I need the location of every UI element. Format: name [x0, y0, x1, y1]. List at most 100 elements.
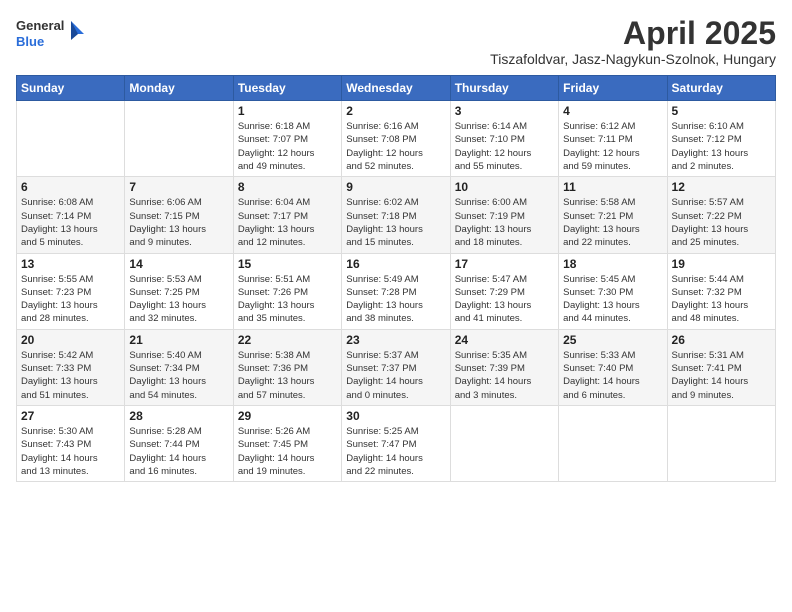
- day-number: 4: [563, 104, 662, 118]
- day-info: Sunrise: 6:08 AM Sunset: 7:14 PM Dayligh…: [21, 196, 120, 249]
- calendar-cell: 7 Sunrise: 6:06 AM Sunset: 7:15 PM Daylig…: [125, 177, 233, 253]
- calendar-cell: 19 Sunrise: 5:44 AM Sunset: 7:32 PM Dayli…: [667, 253, 775, 329]
- day-number: 14: [129, 257, 228, 271]
- day-number: 24: [455, 333, 554, 347]
- day-info: Sunrise: 6:10 AM Sunset: 7:12 PM Dayligh…: [672, 120, 771, 173]
- day-number: 6: [21, 180, 120, 194]
- calendar-week-5: 27 Sunrise: 5:30 AM Sunset: 7:43 PM Dayli…: [17, 405, 776, 481]
- day-info: Sunrise: 5:51 AM Sunset: 7:26 PM Dayligh…: [238, 273, 337, 326]
- day-info: Sunrise: 6:14 AM Sunset: 7:10 PM Dayligh…: [455, 120, 554, 173]
- title-area: April 2025 Tiszafoldvar, Jasz-Nagykun-Sz…: [490, 16, 776, 67]
- calendar-cell: [559, 405, 667, 481]
- calendar-cell: 10 Sunrise: 6:00 AM Sunset: 7:19 PM Dayli…: [450, 177, 558, 253]
- day-info: Sunrise: 5:45 AM Sunset: 7:30 PM Dayligh…: [563, 273, 662, 326]
- day-number: 28: [129, 409, 228, 423]
- logo-icon: GeneralBlue: [16, 16, 86, 52]
- location-title: Tiszafoldvar, Jasz-Nagykun-Szolnok, Hung…: [490, 51, 776, 67]
- day-number: 11: [563, 180, 662, 194]
- calendar-cell: 6 Sunrise: 6:08 AM Sunset: 7:14 PM Daylig…: [17, 177, 125, 253]
- day-info: Sunrise: 5:30 AM Sunset: 7:43 PM Dayligh…: [21, 425, 120, 478]
- calendar-cell: 13 Sunrise: 5:55 AM Sunset: 7:23 PM Dayli…: [17, 253, 125, 329]
- day-info: Sunrise: 5:40 AM Sunset: 7:34 PM Dayligh…: [129, 349, 228, 402]
- day-info: Sunrise: 5:58 AM Sunset: 7:21 PM Dayligh…: [563, 196, 662, 249]
- day-number: 15: [238, 257, 337, 271]
- day-number: 10: [455, 180, 554, 194]
- weekday-header-monday: Monday: [125, 76, 233, 101]
- calendar-cell: 4 Sunrise: 6:12 AM Sunset: 7:11 PM Daylig…: [559, 101, 667, 177]
- calendar-cell: 25Sunrise: 5:33 AM Sunset: 7:40 PM Dayli…: [559, 329, 667, 405]
- day-info: Sunrise: 5:25 AM Sunset: 7:47 PM Dayligh…: [346, 425, 445, 478]
- day-number: 21: [129, 333, 228, 347]
- calendar-cell: 24 Sunrise: 5:35 AM Sunset: 7:39 PM Dayli…: [450, 329, 558, 405]
- calendar-cell: 21 Sunrise: 5:40 AM Sunset: 7:34 PM Dayli…: [125, 329, 233, 405]
- calendar-cell: [17, 101, 125, 177]
- day-info: Sunrise: 5:33 AM Sunset: 7:40 PM Dayligh…: [563, 349, 662, 402]
- day-info: Sunrise: 5:31 AM Sunset: 7:41 PM Dayligh…: [672, 349, 771, 402]
- calendar-cell: 27 Sunrise: 5:30 AM Sunset: 7:43 PM Dayli…: [17, 405, 125, 481]
- day-number: 29: [238, 409, 337, 423]
- weekday-header-wednesday: Wednesday: [342, 76, 450, 101]
- calendar-cell: 22 Sunrise: 5:38 AM Sunset: 7:36 PM Dayli…: [233, 329, 341, 405]
- calendar-cell: 12 Sunrise: 5:57 AM Sunset: 7:22 PM Dayli…: [667, 177, 775, 253]
- calendar-cell: 17Sunrise: 5:47 AM Sunset: 7:29 PM Dayli…: [450, 253, 558, 329]
- calendar-cell: [450, 405, 558, 481]
- calendar-cell: 3 Sunrise: 6:14 AM Sunset: 7:10 PM Daylig…: [450, 101, 558, 177]
- calendar-cell: 11 Sunrise: 5:58 AM Sunset: 7:21 PM Dayli…: [559, 177, 667, 253]
- calendar-table: SundayMondayTuesdayWednesdayThursdayFrid…: [16, 75, 776, 482]
- day-info: Sunrise: 6:18 AM Sunset: 7:07 PM Dayligh…: [238, 120, 337, 173]
- calendar-cell: 2 Sunrise: 6:16 AM Sunset: 7:08 PM Daylig…: [342, 101, 450, 177]
- day-info: Sunrise: 5:57 AM Sunset: 7:22 PM Dayligh…: [672, 196, 771, 249]
- calendar-cell: [667, 405, 775, 481]
- weekday-header-row: SundayMondayTuesdayWednesdayThursdayFrid…: [17, 76, 776, 101]
- day-number: 17: [455, 257, 554, 271]
- day-info: Sunrise: 5:49 AM Sunset: 7:28 PM Dayligh…: [346, 273, 445, 326]
- day-info: Sunrise: 5:44 AM Sunset: 7:32 PM Dayligh…: [672, 273, 771, 326]
- calendar-cell: 26 Sunrise: 5:31 AM Sunset: 7:41 PM Dayli…: [667, 329, 775, 405]
- day-number: 19: [672, 257, 771, 271]
- day-info: Sunrise: 5:38 AM Sunset: 7:36 PM Dayligh…: [238, 349, 337, 402]
- weekday-header-friday: Friday: [559, 76, 667, 101]
- calendar-week-1: 1 Sunrise: 6:18 AM Sunset: 7:07 PM Daylig…: [17, 101, 776, 177]
- day-info: Sunrise: 6:06 AM Sunset: 7:15 PM Dayligh…: [129, 196, 228, 249]
- calendar-week-2: 6 Sunrise: 6:08 AM Sunset: 7:14 PM Daylig…: [17, 177, 776, 253]
- day-number: 26: [672, 333, 771, 347]
- day-number: 23: [346, 333, 445, 347]
- calendar-cell: 14 Sunrise: 5:53 AM Sunset: 7:25 PM Dayli…: [125, 253, 233, 329]
- calendar-cell: 5Sunrise: 6:10 AM Sunset: 7:12 PM Daylig…: [667, 101, 775, 177]
- calendar-week-4: 20Sunrise: 5:42 AM Sunset: 7:33 PM Dayli…: [17, 329, 776, 405]
- day-number: 12: [672, 180, 771, 194]
- day-info: Sunrise: 5:28 AM Sunset: 7:44 PM Dayligh…: [129, 425, 228, 478]
- calendar-cell: [125, 101, 233, 177]
- logo: GeneralBlue: [16, 16, 86, 52]
- day-info: Sunrise: 6:12 AM Sunset: 7:11 PM Dayligh…: [563, 120, 662, 173]
- day-info: Sunrise: 6:00 AM Sunset: 7:19 PM Dayligh…: [455, 196, 554, 249]
- day-number: 27: [21, 409, 120, 423]
- weekday-header-saturday: Saturday: [667, 76, 775, 101]
- calendar-cell: 29 Sunrise: 5:26 AM Sunset: 7:45 PM Dayli…: [233, 405, 341, 481]
- day-number: 13: [21, 257, 120, 271]
- calendar-cell: 28 Sunrise: 5:28 AM Sunset: 7:44 PM Dayli…: [125, 405, 233, 481]
- day-number: 22: [238, 333, 337, 347]
- day-number: 2: [346, 104, 445, 118]
- weekday-header-thursday: Thursday: [450, 76, 558, 101]
- day-number: 3: [455, 104, 554, 118]
- day-number: 20: [21, 333, 120, 347]
- day-info: Sunrise: 5:53 AM Sunset: 7:25 PM Dayligh…: [129, 273, 228, 326]
- day-info: Sunrise: 5:26 AM Sunset: 7:45 PM Dayligh…: [238, 425, 337, 478]
- calendar-cell: 18Sunrise: 5:45 AM Sunset: 7:30 PM Dayli…: [559, 253, 667, 329]
- day-number: 7: [129, 180, 228, 194]
- calendar-cell: 20Sunrise: 5:42 AM Sunset: 7:33 PM Dayli…: [17, 329, 125, 405]
- svg-text:General: General: [16, 18, 64, 33]
- weekday-header-tuesday: Tuesday: [233, 76, 341, 101]
- day-info: Sunrise: 5:37 AM Sunset: 7:37 PM Dayligh…: [346, 349, 445, 402]
- calendar-cell: 23 Sunrise: 5:37 AM Sunset: 7:37 PM Dayli…: [342, 329, 450, 405]
- day-info: Sunrise: 5:55 AM Sunset: 7:23 PM Dayligh…: [21, 273, 120, 326]
- calendar-cell: 1 Sunrise: 6:18 AM Sunset: 7:07 PM Daylig…: [233, 101, 341, 177]
- day-info: Sunrise: 6:16 AM Sunset: 7:08 PM Dayligh…: [346, 120, 445, 173]
- calendar-cell: 9Sunrise: 6:02 AM Sunset: 7:18 PM Daylig…: [342, 177, 450, 253]
- calendar-cell: 16Sunrise: 5:49 AM Sunset: 7:28 PM Dayli…: [342, 253, 450, 329]
- day-info: Sunrise: 5:35 AM Sunset: 7:39 PM Dayligh…: [455, 349, 554, 402]
- day-number: 1: [238, 104, 337, 118]
- svg-text:Blue: Blue: [16, 34, 44, 49]
- calendar-cell: 15 Sunrise: 5:51 AM Sunset: 7:26 PM Dayli…: [233, 253, 341, 329]
